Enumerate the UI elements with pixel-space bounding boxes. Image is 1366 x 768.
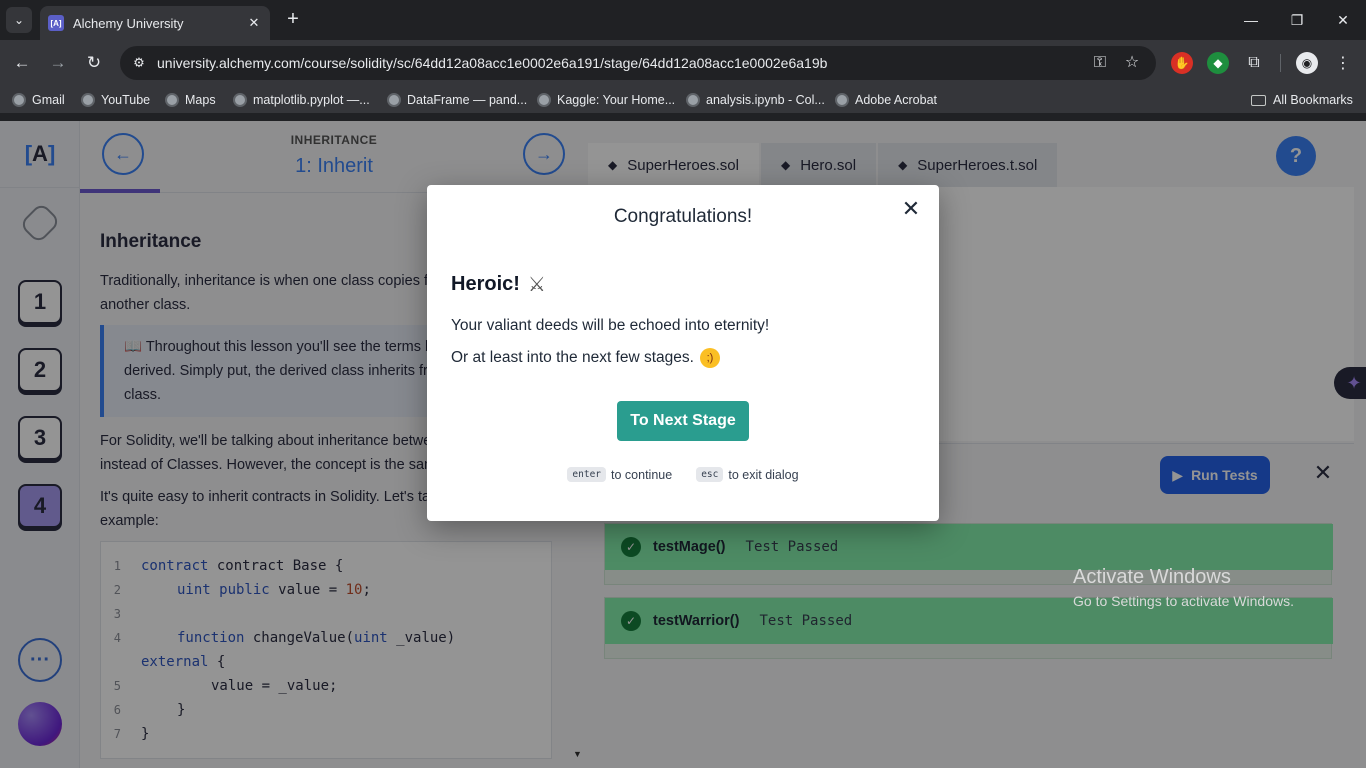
- site-info-icon[interactable]: ⚙: [130, 54, 148, 72]
- dialog-title: Congratulations!: [613, 206, 753, 227]
- profile-avatar-icon[interactable]: ◉: [1296, 52, 1318, 74]
- tab-close-icon[interactable]: ✕: [246, 15, 262, 31]
- menu-kebab-icon[interactable]: ⋮: [1332, 52, 1354, 74]
- toolbar-divider: [1280, 54, 1281, 72]
- tab-title: Alchemy University: [73, 15, 184, 31]
- browser-tab-active[interactable]: [A] Alchemy University ✕: [40, 6, 270, 40]
- esc-hint: esc to exit dialog: [696, 467, 799, 482]
- password-key-icon[interactable]: ⚿: [1090, 53, 1110, 73]
- winking-face-icon: ;): [699, 348, 720, 368]
- extension-color-icon[interactable]: ◆: [1207, 52, 1229, 74]
- browser-tab-bar: ⌄ [A] Alchemy University ✕ + — ❐ ✕: [0, 0, 1366, 40]
- extension-hand-icon[interactable]: ✋: [1171, 52, 1193, 74]
- globe-icon: [81, 93, 95, 107]
- reload-icon[interactable]: ↻: [82, 51, 106, 75]
- browser-toolbar: ← → ↻ ⚙ university.alchemy.com/course/so…: [0, 40, 1366, 86]
- address-bar[interactable]: ⚙ university.alchemy.com/course/solidity…: [120, 46, 1156, 80]
- globe-icon: [387, 93, 401, 107]
- new-tab-icon[interactable]: +: [282, 8, 304, 30]
- alchemy-favicon-icon: [A]: [48, 15, 64, 31]
- bookmark-kaggle[interactable]: Kaggle: Your Home...: [537, 91, 675, 109]
- tab-search-icon[interactable]: ⌄: [6, 7, 32, 33]
- minimize-icon[interactable]: —: [1236, 8, 1266, 32]
- globe-icon: [12, 93, 26, 107]
- crossed-swords-icon: ⚔: [527, 274, 546, 296]
- dialog-message-2: Or at least into the next few stages. ;): [451, 348, 720, 368]
- bookmarks-bar: Gmail YouTube Maps matplotlib.pyplot —..…: [0, 86, 1366, 114]
- globe-icon: [537, 93, 551, 107]
- globe-icon: [233, 93, 247, 107]
- window-close-icon[interactable]: ✕: [1328, 8, 1358, 32]
- globe-icon: [165, 93, 179, 107]
- keyboard-hints: enter to continue esc to exit dialog: [427, 467, 939, 482]
- back-icon[interactable]: ←: [10, 51, 34, 75]
- forward-icon[interactable]: →: [46, 51, 70, 75]
- globe-icon: [835, 93, 849, 107]
- all-bookmarks[interactable]: All Bookmarks: [1251, 91, 1353, 109]
- enter-hint: enter to continue: [567, 467, 672, 482]
- folder-icon: [1251, 94, 1266, 106]
- url-text: university.alchemy.com/course/solidity/s…: [157, 55, 828, 71]
- bookmark-colab[interactable]: analysis.ipynb - Col...: [686, 91, 825, 109]
- extensions-puzzle-icon[interactable]: ⧉: [1243, 52, 1265, 74]
- bookmark-acrobat[interactable]: Adobe Acrobat: [835, 91, 937, 109]
- bookmark-gmail[interactable]: Gmail: [12, 91, 65, 109]
- bookmark-dataframe[interactable]: DataFrame — pand...: [387, 91, 527, 109]
- congratulations-dialog: Congratulations! ✕ Heroic! ⚔ Your valian…: [427, 185, 939, 521]
- dialog-message-1: Your valiant deeds will be echoed into e…: [451, 317, 770, 334]
- bookmark-maps[interactable]: Maps: [165, 91, 216, 109]
- to-next-stage-button[interactable]: To Next Stage: [617, 401, 749, 441]
- restore-icon[interactable]: ❐: [1282, 8, 1312, 32]
- bookmark-star-icon[interactable]: ☆: [1122, 53, 1142, 73]
- enter-key-badge: enter: [567, 467, 607, 482]
- bookmark-youtube[interactable]: YouTube: [81, 91, 150, 109]
- esc-key-badge: esc: [696, 467, 724, 482]
- dialog-close-icon[interactable]: ✕: [899, 197, 923, 221]
- globe-icon: [686, 93, 700, 107]
- windows-activation-watermark: Activate Windows Go to Settings to activ…: [1073, 566, 1294, 609]
- bookmark-matplotlib[interactable]: matplotlib.pyplot —...: [233, 91, 370, 109]
- dialog-heading: Heroic! ⚔: [451, 273, 546, 296]
